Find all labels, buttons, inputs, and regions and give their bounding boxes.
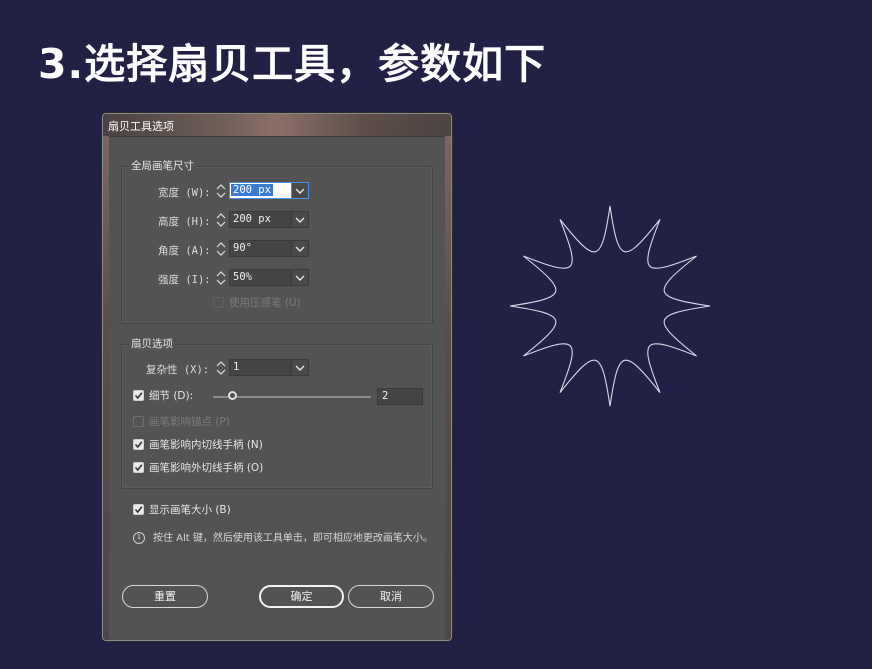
use-pressure-label: 使用压感笔 (U) (229, 297, 301, 309)
scallop-star-icon (509, 205, 711, 407)
scallop-options-legend: 扇贝选项 (129, 336, 175, 351)
height-dropdown[interactable] (291, 212, 308, 227)
checkmark-icon (134, 441, 143, 449)
checkmark-icon (134, 506, 143, 514)
width-value: 200 px (231, 184, 273, 196)
width-dropdown[interactable] (291, 183, 308, 198)
dialog-title: 扇贝工具选项 (108, 120, 174, 133)
intensity-spinner[interactable] (215, 269, 227, 287)
angle-spinner[interactable] (215, 240, 227, 258)
height-label: 高度 (H): (158, 214, 211, 229)
scallop-tool-options-dialog: 扇贝工具选项 全局画笔尺寸 宽度 (W): 200 px 高度 (H): 200… (102, 113, 452, 641)
intensity-input[interactable]: 50% (229, 269, 309, 286)
complexity-input[interactable]: 1 (229, 359, 309, 376)
height-label-text: 高度 (H): (158, 216, 211, 228)
width-spinner[interactable] (215, 182, 227, 200)
angle-label: 角度 (A): (158, 243, 211, 258)
complexity-label-text: 复杂性 (X): (146, 364, 210, 376)
chevron-down-icon (295, 275, 305, 281)
angle-value: 90° (233, 242, 252, 254)
spinner-arrows-icon (216, 184, 226, 198)
width-label-text: 宽度 (W): (158, 187, 211, 199)
cancel-button[interactable]: 取消 (348, 585, 434, 608)
brush-affects-in-checkbox[interactable] (133, 439, 144, 450)
intensity-label-text: 强度 (I): (158, 274, 211, 286)
spinner-arrows-icon (216, 271, 226, 285)
spinner-arrows-icon (216, 242, 226, 256)
complexity-label: 复杂性 (X): (146, 362, 209, 377)
detail-slider-thumb[interactable] (227, 391, 237, 400)
intensity-label: 强度 (I): (158, 272, 211, 287)
dialog-left-edge (103, 136, 109, 640)
detail-label: 细节 (D): (149, 390, 194, 402)
ok-button[interactable]: 确定 (259, 585, 344, 608)
checkmark-icon (134, 464, 143, 472)
info-icon (133, 532, 145, 544)
dialog-right-edge (445, 136, 451, 640)
slide-title: 3.选择扇贝工具，参数如下 (38, 40, 547, 88)
chevron-down-icon (295, 246, 305, 252)
intensity-dropdown[interactable] (291, 270, 308, 285)
detail-value: 2 (382, 390, 389, 402)
chevron-down-icon (295, 365, 305, 371)
angle-dropdown[interactable] (291, 241, 308, 256)
complexity-dropdown[interactable] (291, 360, 308, 375)
spinner-arrows-icon (216, 213, 226, 227)
dialog-titlebar[interactable]: 扇贝工具选项 (103, 114, 451, 137)
chevron-down-icon (295, 188, 305, 194)
checkmark-icon (134, 392, 143, 400)
angle-input[interactable]: 90° (229, 240, 309, 257)
width-label: 宽度 (W): (158, 185, 211, 200)
height-spinner[interactable] (215, 211, 227, 229)
global-brush-legend: 全局画笔尺寸 (129, 158, 196, 173)
detail-value-input[interactable]: 2 (377, 388, 423, 405)
info-text: 按住 Alt 键，然后使用该工具单击，即可相应地更改画笔大小。 (153, 533, 433, 544)
height-input[interactable]: 200 px (229, 211, 309, 228)
intensity-value: 50% (233, 271, 252, 283)
show-brush-size-label: 显示画笔大小 (B) (149, 504, 231, 516)
show-brush-size-checkbox[interactable] (133, 504, 144, 515)
chevron-down-icon (295, 217, 305, 223)
complexity-spinner[interactable] (215, 359, 227, 377)
brush-affects-anchor-checkbox[interactable] (133, 416, 144, 427)
reset-button[interactable]: 重置 (122, 585, 208, 608)
brush-affects-out-label: 画笔影响外切线手柄 (O) (149, 462, 264, 474)
height-value: 200 px (233, 213, 271, 225)
brush-affects-anchor-label: 画笔影响锚点 (P) (149, 416, 230, 428)
width-input[interactable]: 200 px (229, 182, 309, 199)
spinner-arrows-icon (216, 361, 226, 375)
brush-affects-in-label: 画笔影响内切线手柄 (N) (149, 439, 263, 451)
complexity-value: 1 (233, 361, 240, 373)
brush-affects-out-checkbox[interactable] (133, 462, 144, 473)
angle-label-text: 角度 (A): (158, 245, 211, 257)
scallop-star-outline (509, 205, 711, 407)
use-pressure-checkbox[interactable] (213, 297, 224, 308)
detail-checkbox[interactable] (133, 390, 144, 401)
